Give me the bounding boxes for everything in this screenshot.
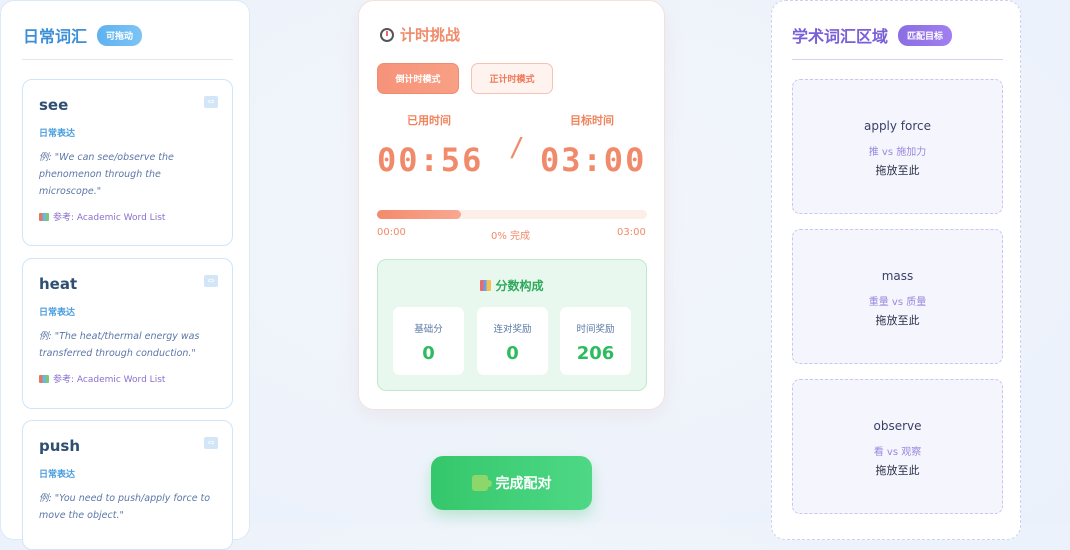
stopwatch-icon (380, 27, 394, 42)
drop-hint: 拖放至此 (875, 164, 920, 177)
score-label: 时间奖励 (576, 324, 615, 335)
chart-icon (480, 280, 492, 291)
books-icon (39, 212, 49, 221)
progress-bar-fill (377, 210, 461, 219)
academic-term: apply force (863, 119, 932, 133)
drop-hint: 拖放至此 (875, 464, 920, 477)
word-reference: 参考: Academic Word List (39, 372, 216, 385)
score-label: 连对奖励 (493, 324, 532, 335)
drag-handle-icon[interactable]: ⇔ (204, 96, 218, 108)
word-example: 例: "We can see/observe the phenomenon th… (39, 152, 174, 197)
word-tag: 日常表达 (39, 129, 76, 139)
term-comparison: 看 vs 观察 (873, 447, 922, 458)
elapsed-time: 00:56 (377, 141, 484, 179)
academic-vocab-header: 学术词汇区域 匹配目标 (792, 23, 953, 47)
timer-title: 计时挑战 (400, 26, 461, 44)
countup-mode-button[interactable]: 正计时模式 (471, 63, 553, 94)
timer-panel: 计时挑战 倒计时模式 正计时模式 已用时间 目标时间 00:56 / 03:00… (358, 0, 665, 410)
progress-end: 03:00 (617, 227, 646, 238)
score-time: 时间奖励 206 (560, 307, 631, 375)
score-title: 分数构成 (378, 277, 646, 294)
finish-matching-button[interactable]: 完成配对 (431, 456, 592, 510)
target-time: 03:00 (540, 141, 647, 179)
academic-vocab-title: 学术词汇区域 (792, 27, 889, 46)
elapsed-label: 已用时间 (407, 114, 451, 127)
score-value: 0 (506, 343, 519, 364)
score-value: 206 (576, 343, 615, 364)
score-label: 基础分 (414, 324, 443, 335)
word-label: heat (39, 275, 78, 293)
reference-text: 参考: Academic Word List (53, 213, 166, 223)
drag-handle-icon[interactable]: ⇔ (204, 275, 218, 287)
term-comparison: 推 vs 施加力 (868, 147, 927, 158)
word-label: push (39, 437, 81, 455)
finish-label: 完成配对 (495, 476, 552, 492)
academic-vocab-panel: 学术词汇区域 匹配目标 apply force 推 vs 施加力 拖放至此 ma… (771, 0, 1021, 540)
word-label: see (39, 96, 69, 114)
word-example: 例: "The heat/thermal energy was transfer… (39, 331, 200, 359)
match-target-badge: 匹配目标 (898, 24, 953, 46)
word-card-push[interactable]: push ⇔ 日常表达 例: "You need to push/apply f… (22, 420, 233, 550)
draggable-badge: 可拖动 (97, 24, 143, 46)
score-breakdown: 分数构成 基础分 0 连对奖励 0 时间奖励 206 (377, 259, 647, 391)
target-label: 目标时间 (570, 114, 614, 127)
drop-hint: 拖放至此 (875, 314, 920, 327)
word-card-see[interactable]: see ⇔ 日常表达 例: "We can see/observe the ph… (22, 79, 233, 246)
drag-handle-icon[interactable]: ⇔ (204, 437, 218, 449)
books-icon (39, 374, 49, 383)
word-reference: 参考: Academic Word List (39, 210, 216, 223)
progress-bar (377, 210, 647, 219)
daily-vocab-title: 日常词汇 (23, 27, 88, 46)
progress-start: 00:00 (377, 227, 406, 238)
academic-term: observe (873, 419, 922, 433)
daily-vocab-panel: 日常词汇 可拖动 see ⇔ 日常表达 例: "We can see/obser… (0, 0, 250, 550)
time-separator: / (509, 133, 525, 163)
score-combo: 连对奖励 0 (477, 307, 548, 375)
drop-zone-mass[interactable]: mass 重量 vs 质量 拖放至此 (792, 229, 1003, 364)
puzzle-icon (471, 475, 492, 491)
progress-status: 0% 完成 (491, 231, 531, 242)
word-card-heat[interactable]: heat ⇔ 日常表达 例: "The heat/thermal energy … (22, 258, 233, 409)
score-title-text: 分数构成 (495, 279, 544, 293)
divider (792, 59, 1003, 60)
drop-zone-apply-force[interactable]: apply force 推 vs 施加力 拖放至此 (792, 79, 1003, 214)
score-value: 0 (422, 343, 435, 364)
divider (22, 59, 233, 60)
drop-zone-observe[interactable]: observe 看 vs 观察 拖放至此 (792, 379, 1003, 514)
word-tag: 日常表达 (39, 470, 76, 480)
term-comparison: 重量 vs 质量 (868, 297, 927, 308)
reference-text: 参考: Academic Word List (53, 375, 166, 385)
daily-vocab-header: 日常词汇 可拖动 (23, 23, 143, 47)
timer-header: 计时挑战 (380, 24, 460, 45)
score-base: 基础分 0 (393, 307, 464, 375)
word-tag: 日常表达 (39, 308, 76, 318)
word-example: 例: "You need to push/apply force to move… (39, 493, 211, 521)
countdown-mode-button[interactable]: 倒计时模式 (377, 63, 459, 94)
academic-term: mass (881, 269, 914, 283)
